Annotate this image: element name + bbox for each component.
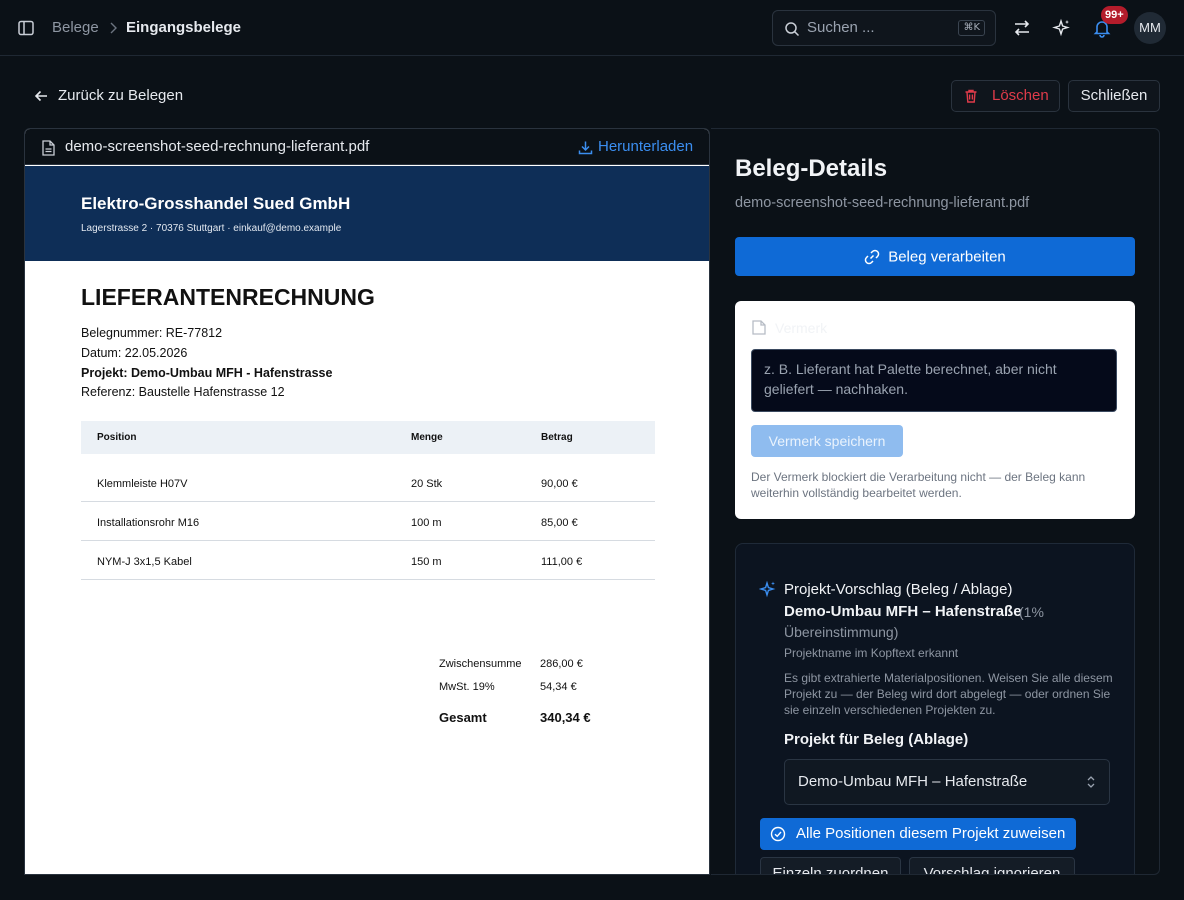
row-betrag: 111,00 €	[541, 556, 583, 568]
pdf-table-header: Position Menge Betrag	[81, 421, 655, 454]
subtotal-value: 286,00 €	[540, 658, 583, 670]
assign-all-button[interactable]: Alle Positionen diesem Projekt zuweisen	[760, 818, 1076, 850]
sidebar-toggle-icon[interactable]	[16, 18, 36, 38]
match-score-label: Übereinstimmung)	[784, 624, 899, 640]
project-select-value: Demo-Umbau MFH – Hafenstraße	[798, 773, 1028, 790]
back-link-label: Zurück zu Belegen	[58, 87, 184, 104]
note-label: Vermerk	[775, 320, 828, 336]
notification-badge: 99+	[1101, 6, 1128, 24]
link-icon	[864, 249, 880, 265]
row-betrag: 90,00 €	[541, 478, 578, 490]
search-shortcut: ⌘K	[958, 20, 985, 36]
trash-icon	[963, 88, 979, 104]
avatar[interactable]: MM	[1134, 12, 1166, 44]
top-bar: Belege Eingangsbelege Suchen ... ⌘K 99+ …	[0, 0, 1184, 56]
assign-all-label: Alle Positionen diesem Projekt zuweisen	[796, 825, 1066, 842]
file-icon	[42, 140, 55, 156]
row-position: Installationsrohr M16	[97, 517, 200, 529]
pdf-company: Elektro-Grosshandel Sued GmbH	[81, 194, 351, 213]
note-textarea[interactable]: z. B. Lieferant hat Palette berechnet, a…	[751, 349, 1117, 412]
select-label: Projekt für Beleg (Ablage)	[784, 731, 969, 748]
back-link[interactable]: Zurück zu Belegen	[34, 86, 183, 106]
row-menge: 150 m	[411, 556, 442, 568]
suggestion-description: Es gibt extrahierte Materialpositionen. …	[784, 671, 1113, 717]
vat-value: 54,34 €	[540, 681, 577, 693]
chevron-right-icon	[106, 19, 120, 37]
chevron-up-down-icon	[1086, 775, 1096, 789]
pdf-meta-reference: Referenz: Baustelle Hafenstrasse 12	[81, 385, 285, 399]
arrow-left-icon	[34, 89, 48, 103]
table-row: Installationsrohr M16 100 m 85,00 €	[81, 503, 655, 541]
switch-arrows-icon[interactable]	[1011, 17, 1033, 39]
search-placeholder: Suchen ...	[807, 19, 875, 36]
row-position: Klemmleiste H07V	[97, 478, 188, 490]
close-button[interactable]: Schließen	[1068, 80, 1160, 112]
pdf-meta-date: Datum: 22.05.2026	[81, 346, 188, 360]
row-menge: 100 m	[411, 517, 442, 529]
delete-button[interactable]: Löschen	[951, 80, 1060, 112]
pdf-meta-project: Projekt: Demo-Umbau MFH - Hafenstrasse	[81, 366, 333, 380]
pdf-address: Lagerstrasse 2 · 70376 Stuttgart · einka…	[81, 223, 342, 234]
breadcrumb-eingangsbelege: Eingangsbelege	[126, 19, 242, 36]
viewer-header: demo-screenshot-seed-rechnung-lieferant.…	[25, 129, 709, 165]
viewer-filename: demo-screenshot-seed-rechnung-lieferant.…	[65, 138, 370, 155]
pdf-header-banner: Elektro-Grosshandel Sued GmbH Lagerstras…	[25, 166, 709, 261]
col-position: Position	[97, 432, 137, 443]
search-icon	[783, 20, 801, 38]
download-link[interactable]: Herunterladen	[578, 138, 693, 156]
details-title: Beleg-Details	[735, 155, 888, 182]
total-value: 340,34 €	[540, 710, 591, 725]
total-label: Gesamt	[439, 710, 487, 725]
pdf-title: LIEFERANTENRECHNUNG	[81, 284, 375, 310]
note-icon	[752, 320, 766, 335]
delete-button-label: Löschen	[992, 87, 1049, 104]
col-menge: Menge	[411, 432, 443, 443]
download-label: Herunterladen	[598, 138, 694, 155]
row-position: NYM-J 3x1,5 Kabel	[97, 556, 192, 568]
ignore-suggestion-button[interactable]: Vorschlag ignorieren	[909, 857, 1075, 874]
breadcrumb-belege[interactable]: Belege	[52, 18, 99, 38]
col-betrag: Betrag	[541, 432, 573, 443]
note-card: Vermerk z. B. Lieferant hat Palette bere…	[735, 301, 1135, 519]
sparkles-icon[interactable]	[1051, 17, 1073, 39]
row-betrag: 85,00 €	[541, 517, 578, 529]
table-row: Klemmleiste H07V 20 Stk 90,00 €	[81, 464, 655, 502]
table-row: NYM-J 3x1,5 Kabel 150 m 111,00 €	[81, 542, 655, 580]
project-select[interactable]: Demo-Umbau MFH – Hafenstraße	[784, 759, 1110, 805]
suggested-project: Demo-Umbau MFH – Hafenstraße	[784, 603, 1022, 620]
process-button[interactable]: Beleg verarbeiten	[735, 237, 1135, 276]
process-button-label: Beleg verarbeiten	[888, 248, 1006, 266]
vat-label: MwSt. 19%	[439, 681, 495, 693]
subtotal-label: Zwischensumme	[439, 658, 522, 670]
check-circle-icon	[770, 826, 786, 842]
project-suggestion-card: Projekt-Vorschlag (Beleg / Ablage) Demo-…	[735, 543, 1135, 874]
row-menge: 20 Stk	[411, 478, 443, 490]
sparkles-icon	[759, 580, 777, 598]
pdf-viewer[interactable]: demo-screenshot-seed-rechnung-lieferant.…	[24, 128, 710, 875]
save-note-button[interactable]: Vermerk speichern	[751, 425, 903, 457]
match-score: (1%	[1019, 604, 1044, 620]
download-icon	[578, 140, 593, 155]
search-input[interactable]: Suchen ... ⌘K	[772, 10, 996, 46]
details-panel: Beleg-Details demo-screenshot-seed-rechn…	[711, 128, 1160, 875]
note-hint: Der Vermerk blockiert die Verarbeitung n…	[751, 470, 1086, 500]
pdf-meta-number: Belegnummer: RE-77812	[81, 326, 223, 340]
assign-individually-button[interactable]: Einzeln zuordnen	[760, 857, 901, 874]
suggestion-heading: Projekt-Vorschlag (Beleg / Ablage)	[784, 581, 1013, 598]
details-filename: demo-screenshot-seed-rechnung-lieferant.…	[735, 195, 1030, 211]
suggestion-reason: Projektname im Kopftext erkannt	[784, 646, 959, 660]
